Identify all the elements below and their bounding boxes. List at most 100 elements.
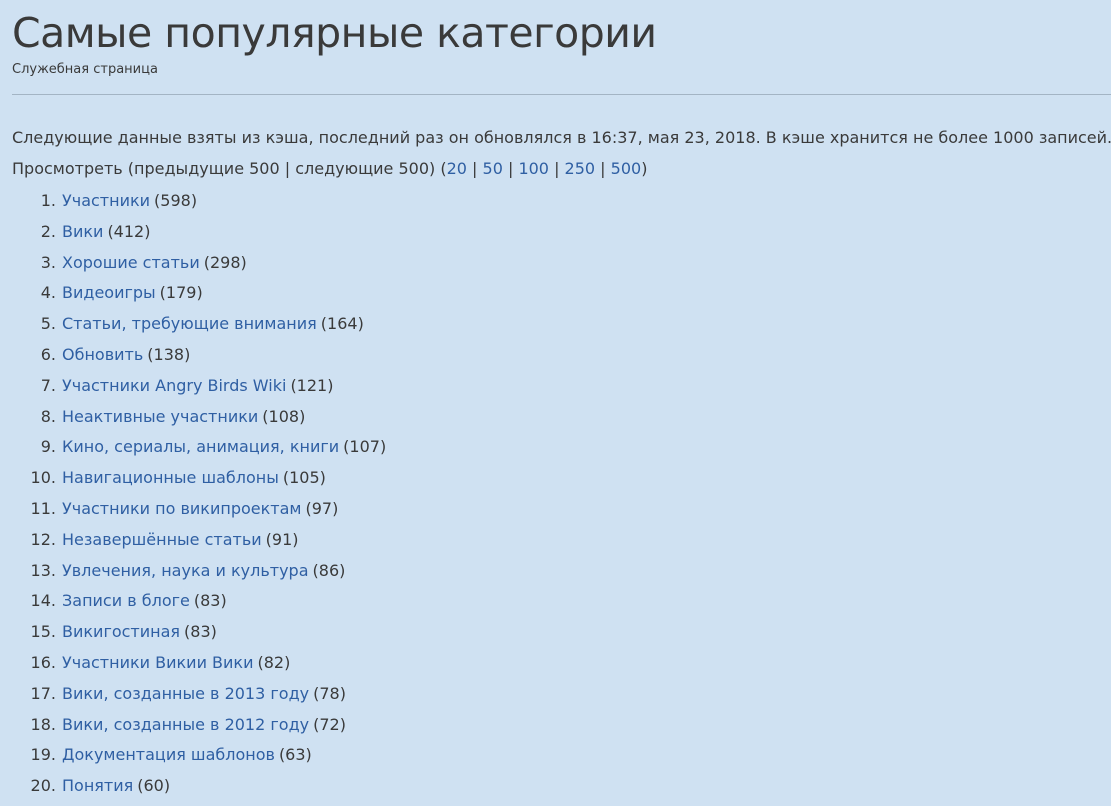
category-item: 18. Вики, созданные в 2012 году (72) bbox=[12, 710, 1111, 741]
category-link[interactable]: Вики, созданные в 2012 году bbox=[62, 710, 309, 741]
category-rank: 17. bbox=[30, 683, 56, 703]
category-link[interactable]: Вики, созданные в 2013 году bbox=[62, 679, 309, 710]
category-item: 9. Кино, сериалы, анимация, книги (107) bbox=[12, 432, 1111, 463]
page: Самые популярные категории Служебная стр… bbox=[0, 0, 1111, 802]
category-rank: 19. bbox=[30, 745, 56, 765]
limit-link-250[interactable]: 250 bbox=[565, 159, 596, 178]
category-count: (164) bbox=[320, 314, 364, 334]
category-link[interactable]: Незавершённые статьи bbox=[62, 525, 262, 556]
category-item: 4. Видеоигры (179) bbox=[12, 278, 1111, 309]
category-item: 5. Статьи, требующие внимания (164) bbox=[12, 309, 1111, 340]
category-item: 13. Увлечения, наука и культура (86) bbox=[12, 556, 1111, 587]
category-link[interactable]: Викигостиная bbox=[62, 617, 180, 648]
category-item: 11. Участники по википроектам (97) bbox=[12, 494, 1111, 525]
category-rank: 6. bbox=[40, 344, 56, 364]
category-link[interactable]: Участники bbox=[62, 186, 150, 217]
category-link[interactable]: Статьи, требующие внимания bbox=[62, 309, 317, 340]
category-rank: 12. bbox=[30, 529, 56, 549]
category-count: (86) bbox=[312, 560, 346, 580]
category-item: 7. Участники Angry Birds Wiki (121) bbox=[12, 371, 1111, 402]
category-rank: 4. bbox=[40, 283, 56, 303]
limit-link-500[interactable]: 500 bbox=[611, 159, 642, 178]
header-divider bbox=[12, 94, 1111, 95]
category-count: (72) bbox=[313, 714, 346, 734]
category-count: (105) bbox=[282, 468, 326, 488]
category-count: (298) bbox=[203, 252, 247, 272]
category-count: (598) bbox=[154, 191, 198, 210]
category-count: (82) bbox=[257, 652, 291, 672]
category-count: (97) bbox=[305, 498, 339, 518]
category-item: 3. Хорошие статьи (298) bbox=[12, 248, 1111, 279]
page-header: Самые популярные категории Служебная стр… bbox=[12, 0, 1111, 80]
category-rank: 10. bbox=[30, 468, 56, 488]
category-rank: 13. bbox=[30, 560, 56, 580]
category-link[interactable]: Понятия bbox=[62, 771, 133, 802]
cache-notice: Следующие данные взяты из кэша, последни… bbox=[12, 128, 1111, 147]
category-count: (412) bbox=[107, 221, 151, 241]
category-rank: 5. bbox=[40, 314, 56, 334]
category-item: 16. Участники Викии Вики (82) bbox=[12, 648, 1111, 679]
category-count: (107) bbox=[343, 437, 387, 457]
category-item: 17. Вики, созданные в 2013 году (78) bbox=[12, 679, 1111, 710]
category-count: (63) bbox=[278, 745, 312, 765]
category-item: 15. Викигостиная (83) bbox=[12, 617, 1111, 648]
category-link[interactable]: Увлечения, наука и культура bbox=[62, 556, 309, 587]
category-rank: 1. bbox=[40, 191, 56, 210]
category-rank: 18. bbox=[30, 714, 56, 734]
category-link[interactable]: Неактивные участники bbox=[62, 402, 258, 433]
limit-separator: | bbox=[466, 159, 483, 178]
category-rank: 15. bbox=[30, 622, 56, 642]
category-count: (121) bbox=[290, 375, 334, 395]
category-link[interactable]: Документация шаблонов bbox=[62, 740, 275, 771]
content: Следующие данные взяты из кэша, последни… bbox=[12, 125, 1111, 802]
category-link[interactable]: Участники по википроектам bbox=[62, 494, 301, 525]
limit-separator: | bbox=[595, 159, 611, 178]
limit-link-50[interactable]: 50 bbox=[483, 159, 503, 178]
category-count: (138) bbox=[147, 344, 191, 364]
category-rank: 20. bbox=[30, 776, 56, 796]
limit-link-20[interactable]: 20 bbox=[447, 159, 467, 178]
category-rank: 2. bbox=[40, 221, 56, 241]
category-rank: 16. bbox=[30, 652, 56, 672]
category-link[interactable]: Хорошие статьи bbox=[62, 248, 200, 279]
category-link[interactable]: Навигационные шаблоны bbox=[62, 463, 279, 494]
category-count: (91) bbox=[265, 529, 299, 549]
category-count: (60) bbox=[137, 776, 171, 796]
category-item: 8. Неактивные участники (108) bbox=[12, 402, 1111, 433]
page-subtitle: Служебная страница bbox=[12, 62, 158, 77]
category-item: 2. Вики (412) bbox=[12, 217, 1111, 248]
category-count: (83) bbox=[184, 622, 217, 642]
page-title: Самые популярные категории bbox=[12, 9, 657, 57]
category-item: 20. Понятия (60) bbox=[12, 771, 1111, 802]
category-count: (83) bbox=[193, 591, 227, 611]
category-rank: 11. bbox=[30, 498, 56, 518]
category-item: 10. Навигационные шаблоны (105) bbox=[12, 463, 1111, 494]
category-link[interactable]: Видеоигры bbox=[62, 278, 156, 309]
category-link[interactable]: Кино, сериалы, анимация, книги bbox=[62, 432, 339, 463]
category-rank: 14. bbox=[30, 591, 56, 611]
category-count: (108) bbox=[262, 406, 306, 426]
category-count: (179) bbox=[159, 283, 203, 303]
category-count: (78) bbox=[313, 683, 346, 703]
category-link[interactable]: Вики bbox=[62, 217, 103, 248]
category-item: 6. Обновить (138) bbox=[12, 340, 1111, 371]
category-list: 1. Участники (598) 2. Вики (412) 3. Хорошие с… bbox=[12, 186, 1111, 802]
category-link[interactable]: Участники Викии Вики bbox=[62, 648, 254, 679]
limit-link-100[interactable]: 100 bbox=[518, 159, 549, 178]
category-link[interactable]: Обновить bbox=[62, 340, 143, 371]
category-link[interactable]: Записи в блоге bbox=[62, 586, 190, 617]
category-item: 19. Документация шаблонов (63) bbox=[12, 740, 1111, 771]
pagination-line: Просмотреть (предыдущие 500 | следующие … bbox=[12, 156, 1111, 182]
category-rank: 8. bbox=[40, 406, 56, 426]
category-rank: 9. bbox=[40, 437, 56, 457]
category-rank: 7. bbox=[40, 375, 56, 395]
category-rank: 3. bbox=[40, 252, 56, 272]
pagination-prefix: Просмотреть (предыдущие 500 | следующие … bbox=[12, 159, 447, 178]
pagination-suffix: ) bbox=[641, 159, 648, 178]
limit-separator: | bbox=[502, 159, 519, 178]
category-item: 14. Записи в блоге (83) bbox=[12, 586, 1111, 617]
limit-separator: | bbox=[548, 159, 565, 178]
category-item: 1. Участники (598) bbox=[12, 186, 1111, 217]
category-item: 12. Незавершённые статьи (91) bbox=[12, 525, 1111, 556]
category-link[interactable]: Участники Angry Birds Wiki bbox=[62, 371, 286, 402]
